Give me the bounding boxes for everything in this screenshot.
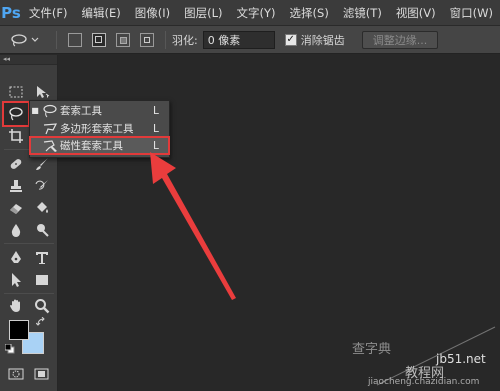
menu-edit[interactable]: 编辑(E)	[75, 5, 128, 21]
stamp-icon	[10, 180, 22, 192]
menu-filter[interactable]: 滤镜(T)	[336, 5, 389, 21]
zoom-tool[interactable]	[30, 295, 54, 317]
polygonal-lasso-icon	[40, 122, 60, 136]
bandage-icon	[10, 159, 22, 169]
flyout-item-magnetic-lasso[interactable]: 磁性套索工具 L	[29, 136, 170, 155]
move-icon	[37, 86, 50, 98]
lasso-icon	[11, 33, 27, 47]
watermark-line1: 查字典	[352, 342, 392, 357]
hand-icon	[10, 299, 20, 312]
flyout-item-lasso[interactable]: ■ 套索工具 L	[30, 102, 169, 119]
panel-collapse-button[interactable]: ◂◂	[0, 55, 57, 65]
lasso-icon	[40, 104, 60, 118]
brush-icon	[36, 158, 48, 170]
flyout-item-label: 多边形套索工具	[60, 123, 134, 135]
blur-tool[interactable]	[4, 219, 28, 241]
menu-type[interactable]: 文字(Y)	[230, 5, 283, 21]
lasso-tool-flyout: ■ 套索工具 L 多边形套索工具 L 磁性套索工具 L	[29, 100, 170, 158]
eraser-tool[interactable]	[4, 197, 28, 219]
healing-brush-tool[interactable]	[4, 153, 28, 175]
shortcut-key: L	[153, 104, 159, 117]
dodge-tool[interactable]	[30, 219, 54, 241]
pen-icon	[11, 251, 21, 263]
rect-marquee-icon	[9, 86, 23, 98]
paint-bucket-icon	[37, 202, 48, 213]
dodge-icon	[37, 224, 49, 237]
default-colors-icon[interactable]	[5, 344, 15, 354]
swap-colors-icon[interactable]	[36, 317, 46, 327]
rectangle-icon	[36, 275, 48, 285]
divider	[56, 30, 57, 49]
screen-mode-button[interactable]	[30, 363, 54, 385]
photoshop-logo: Ps	[1, 3, 21, 22]
menu-file[interactable]: 文件(F)	[22, 5, 75, 21]
arrow-pointer-icon	[12, 273, 21, 287]
feather-input[interactable]: 0 像素	[202, 30, 275, 49]
clone-stamp-tool[interactable]	[4, 175, 28, 197]
menu-layer[interactable]: 图层(L)	[177, 5, 229, 21]
history-brush-tool[interactable]	[30, 175, 54, 197]
lasso-tool[interactable]	[2, 101, 30, 127]
flyout-item-label: 磁性套索工具	[60, 140, 123, 152]
shortcut-key: L	[153, 122, 159, 135]
intersect-selection-button[interactable]	[140, 32, 154, 47]
flyout-item-polygonal-lasso[interactable]: 多边形套索工具 L	[30, 120, 169, 137]
magnetic-lasso-icon	[40, 139, 60, 153]
marquee-tool[interactable]	[4, 81, 28, 103]
rectangle-tool[interactable]	[30, 269, 54, 291]
drop-icon	[11, 224, 21, 237]
feather-label: 羽化:	[172, 33, 198, 47]
screen-mode-icon	[34, 368, 49, 380]
quick-mask-button[interactable]	[4, 363, 28, 385]
hand-tool[interactable]	[4, 295, 28, 317]
magnifier-icon	[35, 299, 50, 314]
flyout-item-label: 套索工具	[60, 105, 102, 117]
divider	[4, 243, 54, 244]
eraser-icon	[10, 204, 22, 214]
foreground-color-swatch[interactable]	[9, 320, 29, 340]
new-selection-button[interactable]	[68, 32, 82, 47]
shortcut-key: L	[153, 139, 159, 152]
paint-bucket-tool[interactable]	[30, 197, 54, 219]
pen-tool[interactable]	[4, 247, 28, 269]
quick-mask-icon	[8, 368, 24, 380]
divider	[165, 30, 166, 49]
current-tool-indicator: ■	[31, 106, 39, 115]
path-selection-tool[interactable]	[4, 269, 28, 291]
options-bar: 羽化: 0 像素 ✓ 消除锯齿 调整边缘...	[0, 26, 500, 54]
antialias-checkbox[interactable]: ✓	[284, 33, 297, 46]
divider	[4, 293, 54, 294]
refine-edge-button[interactable]: 调整边缘...	[361, 30, 439, 49]
menu-bar: Ps 文件(F) 编辑(E) 图像(I) 图层(L) 文字(Y) 选择(S) 滤…	[0, 0, 500, 26]
crop-icon	[9, 129, 23, 143]
type-tool[interactable]	[30, 247, 54, 269]
menu-select[interactable]: 选择(S)	[283, 5, 336, 21]
watermark-url: jiaocheng.chazidian.com	[368, 377, 480, 387]
lasso-icon	[9, 107, 23, 121]
crop-tool[interactable]	[4, 125, 28, 147]
type-icon	[36, 252, 48, 264]
menu-image[interactable]: 图像(I)	[128, 5, 177, 21]
subtract-from-selection-button[interactable]	[116, 32, 130, 47]
tool-preset-picker[interactable]	[6, 30, 50, 50]
history-brush-icon	[35, 180, 48, 190]
menu-view[interactable]: 视图(V)	[389, 5, 443, 21]
chevron-down-icon	[31, 37, 39, 42]
add-to-selection-button[interactable]	[92, 32, 106, 47]
menu-window[interactable]: 窗口(W)	[443, 5, 500, 21]
antialias-label: 消除锯齿	[300, 33, 345, 47]
